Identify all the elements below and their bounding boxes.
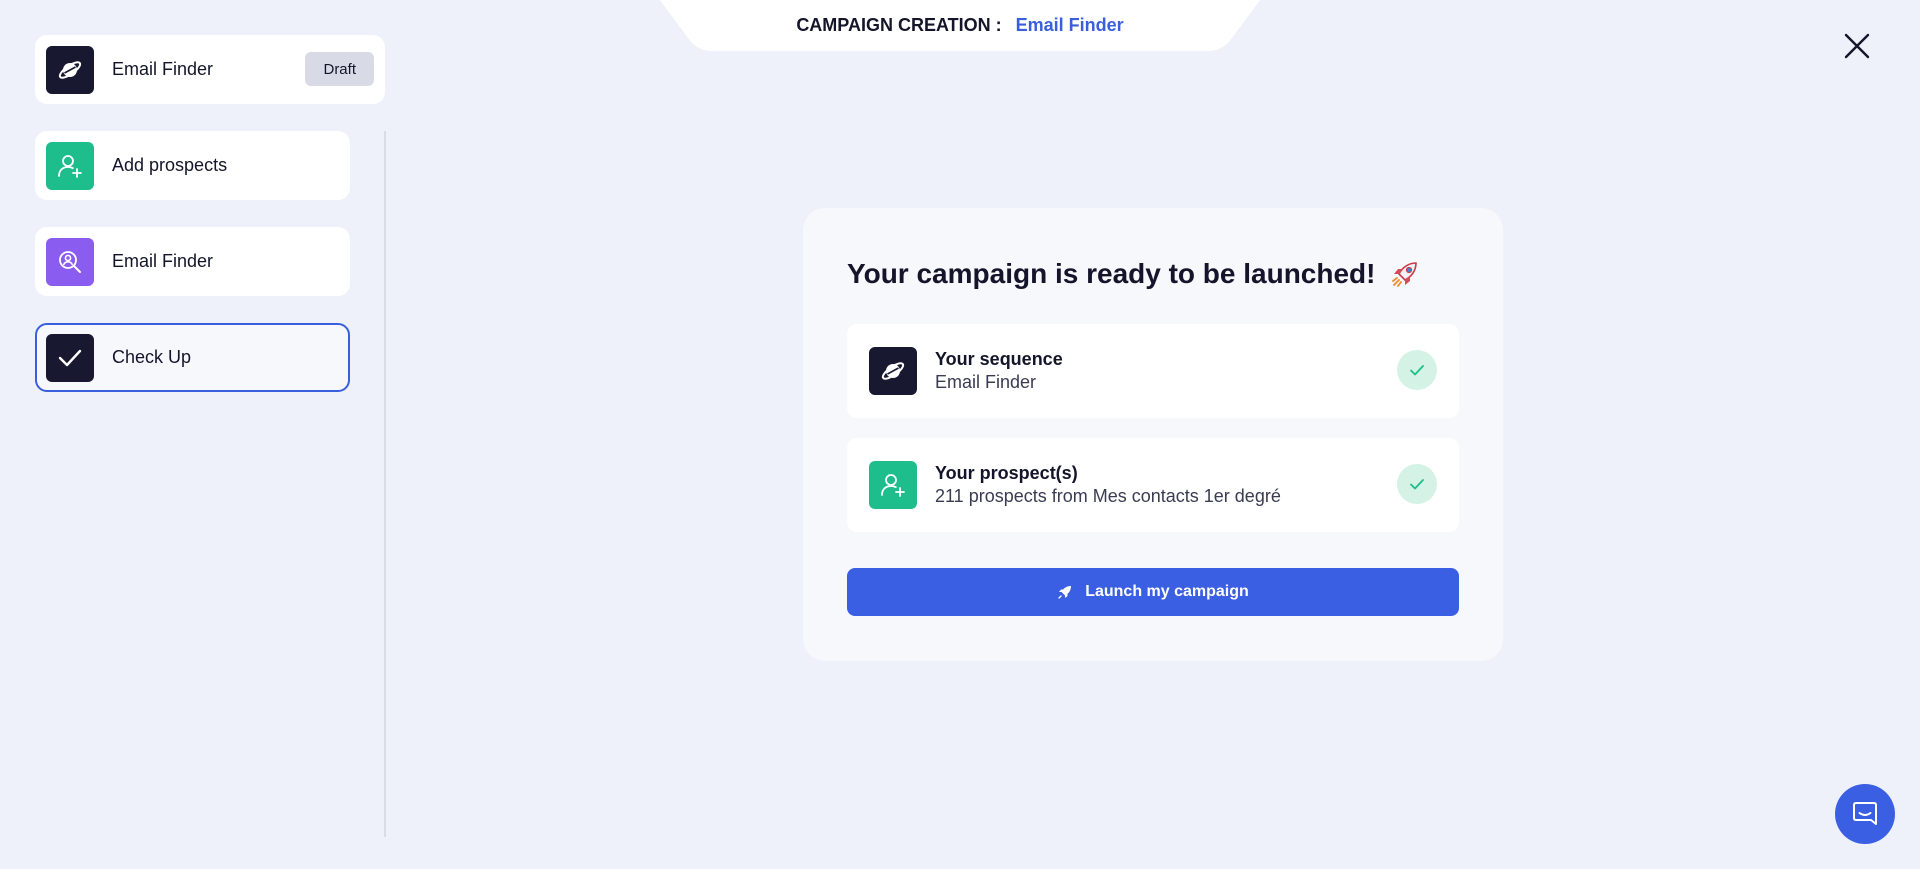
close-button[interactable] [1842,31,1872,61]
prospects-detail: 211 prospects from Mes contacts 1er degr… [935,486,1281,506]
sidebar-item-label: Email Finder [112,251,214,271]
sidebar-item-label: Add prospects [112,155,228,175]
user-search-icon [46,237,94,286]
prospects-row: Your prospect(s) 211 prospects from Mes … [847,438,1459,532]
launch-campaign-button[interactable]: Launch my campaign [847,568,1459,616]
sidebar-campaign-label: Email Finder [112,59,214,79]
add-user-icon [869,461,917,509]
campaign-header-tab: CAMPAIGN CREATION : Email Finder [660,0,1260,51]
checkup-card: Your campaign is ready to be launched! Y… [803,208,1503,661]
card-title: Your campaign is ready to be launched! [847,258,1420,290]
launch-button-label: Launch my campaign [1085,583,1249,600]
add-user-icon [46,141,94,190]
sidebar-item-check-up[interactable]: Check Up [35,323,350,392]
check-icon [46,333,94,382]
sidebar-divider [384,131,386,837]
sidebar-campaign-item[interactable]: Email Finder Draft [35,35,385,104]
sequence-heading: Your sequence [935,349,1063,369]
planet-icon [869,347,917,395]
sidebar-item-add-prospects[interactable]: Add prospects [35,131,350,200]
check-icon [1410,365,1424,376]
header-campaign-name: Email Finder [1015,15,1124,35]
sequence-detail: Email Finder [935,372,1037,392]
check-icon [1410,479,1424,490]
close-icon [1844,33,1870,59]
sidebar-item-email-finder[interactable]: Email Finder [35,227,350,296]
prospects-heading: Your prospect(s) [935,463,1078,483]
prospects-check-badge [1397,464,1437,504]
header-prefix: CAMPAIGN CREATION : [796,15,1002,35]
chat-launcher-button[interactable] [1835,784,1895,844]
planet-icon [46,45,94,94]
rocket-icon [1391,262,1417,287]
sidebar-item-label: Check Up [112,347,192,367]
draft-badge: Draft [305,52,374,86]
card-title-text: Your campaign is ready to be launched! [847,258,1376,289]
sequence-row: Your sequence Email Finder [847,324,1459,418]
sequence-check-badge [1397,350,1437,390]
campaign-creation-page: CAMPAIGN CREATION : Email Finder Email F… [0,0,1920,869]
rocket-icon [1058,586,1072,599]
chat-icon [1853,802,1877,825]
